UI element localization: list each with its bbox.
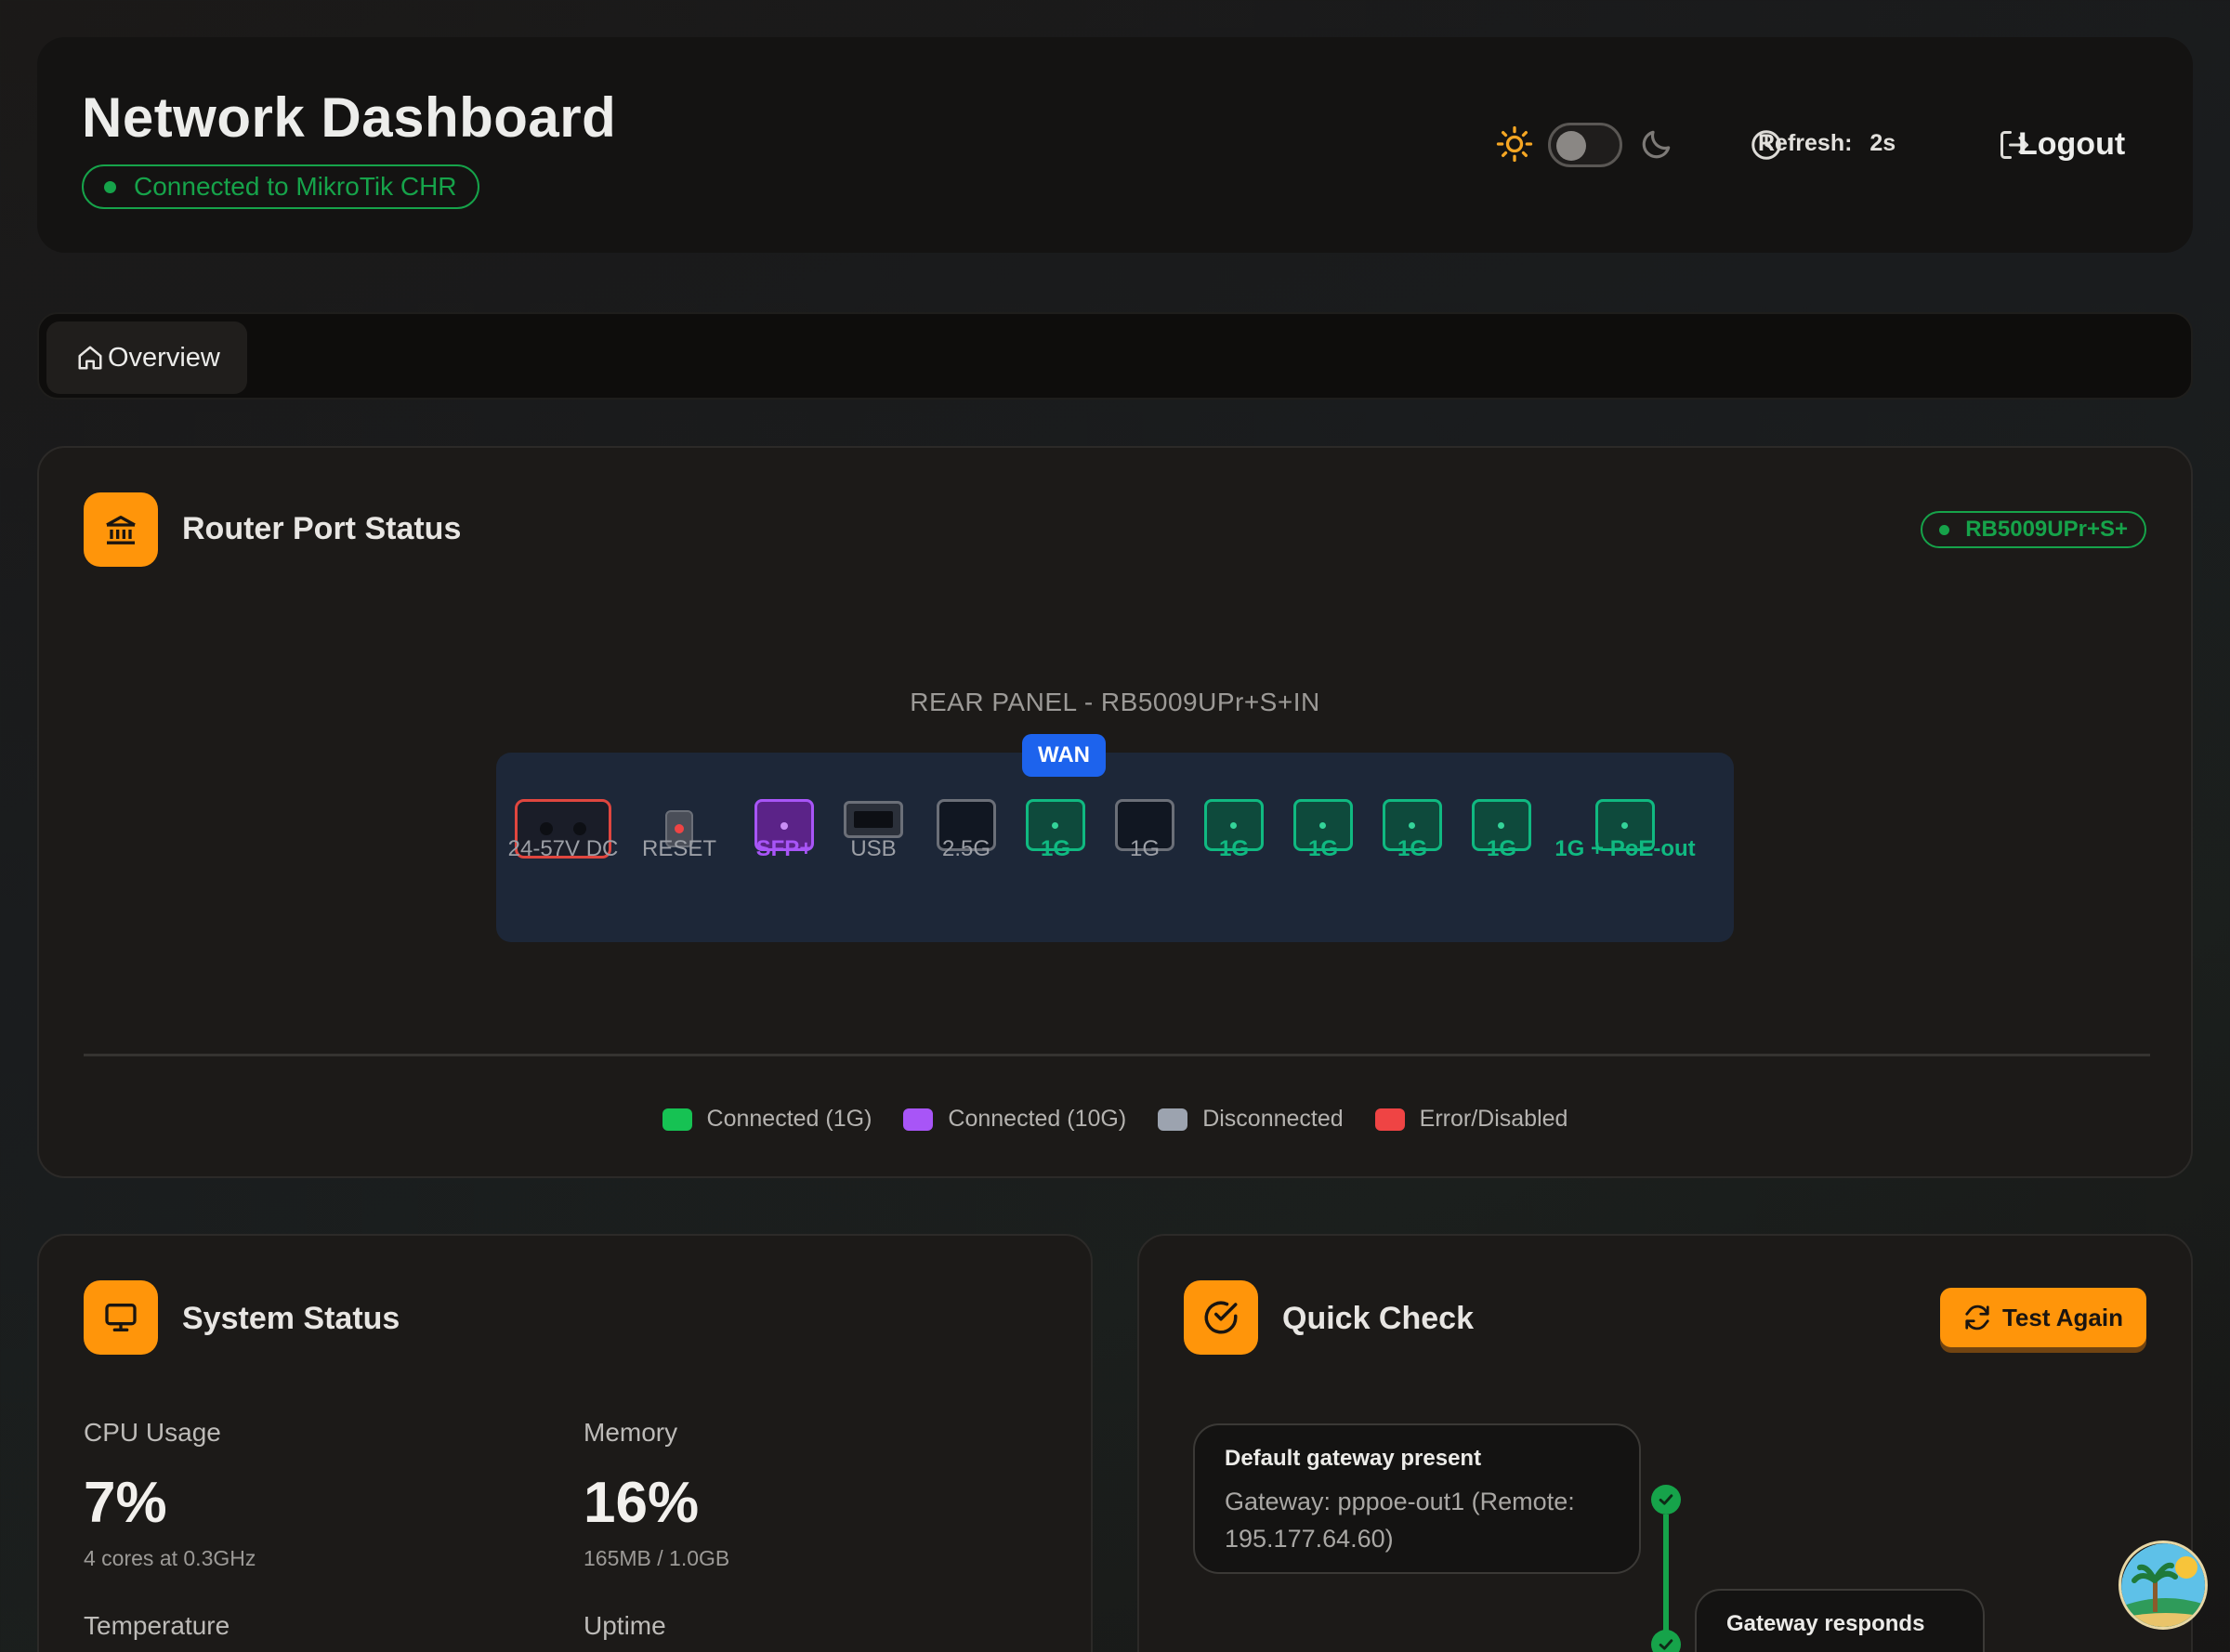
port-1g[interactable]: 1G <box>1472 753 1531 861</box>
legend: Connected (1G) Connected (10G) Disconnec… <box>39 1106 2191 1133</box>
port-label: 1G <box>1218 836 1249 861</box>
theme-toggle[interactable] <box>1548 123 1622 167</box>
check-item: Default gateway present Gateway: pppoe-o… <box>1193 1423 1641 1574</box>
check-title: Default gateway present <box>1225 1446 1482 1471</box>
model-badge: RB5009UPr+S+ <box>1921 511 2146 548</box>
check-detail: Gateway: pppoe-out1 (Remote: 195.177.64.… <box>1225 1488 1575 1553</box>
memory-value: 16% <box>584 1471 700 1535</box>
check-circle-icon <box>1184 1280 1258 1355</box>
cpu-value: 7% <box>84 1471 167 1535</box>
memory-sub: 165MB / 1.0GB <box>584 1546 730 1570</box>
port-label: 1G <box>1486 836 1516 861</box>
legend-item: Disconnected <box>1158 1106 1344 1133</box>
cpu-label: CPU Usage <box>84 1418 221 1447</box>
wan-badge: WAN <box>1022 734 1106 777</box>
tab-overview[interactable]: Overview <box>46 321 247 394</box>
port-1g[interactable]: 1G <box>1204 753 1264 861</box>
refresh-icon <box>1963 1304 1991 1331</box>
check-pass-icon <box>1651 1485 1681 1514</box>
page-title: Network Dashboard <box>82 86 617 149</box>
refresh-label: Refresh: <box>1758 130 1853 156</box>
sun-icon[interactable] <box>1496 125 1533 163</box>
rear-panel: 24-57V DC RESET SFP+ USB 2.5G 1G 1G 1G 1… <box>496 753 1734 942</box>
legend-label: Error/Disabled <box>1419 1106 1568 1132</box>
toggle-knob <box>1556 131 1586 161</box>
port-1g[interactable]: 1G <box>1115 753 1174 861</box>
legend-item: Connected (1G) <box>662 1106 872 1133</box>
router-port-status-card: Router Port Status RB5009UPr+S+ REAR PAN… <box>37 446 2193 1178</box>
temperature-label: Temperature <box>84 1611 230 1640</box>
tab-label: Overview <box>108 342 220 373</box>
usb-slot <box>844 801 903 838</box>
port-2-5g[interactable]: 2.5G <box>937 753 996 861</box>
port-label: SFP+ <box>755 836 813 861</box>
router-icon <box>84 492 158 567</box>
uptime-label: Uptime <box>584 1611 666 1640</box>
system-status-card: System Status CPU Usage 7% 4 cores at 0.… <box>37 1234 1093 1652</box>
port-usb[interactable]: USB <box>844 753 903 861</box>
card-title: System Status <box>182 1301 400 1336</box>
check-pass-icon <box>1651 1630 1681 1652</box>
header: Network Dashboard Connected to MikroTik … <box>37 37 2193 253</box>
port-sfp-plus[interactable]: SFP+ <box>754 753 814 861</box>
legend-label: Connected (1G) <box>706 1106 872 1132</box>
test-again-button[interactable]: Test Again <box>1940 1288 2146 1347</box>
card-title: Router Port Status <box>182 511 462 546</box>
legend-item: Error/Disabled <box>1374 1106 1568 1133</box>
port-label: 1G <box>1040 836 1070 861</box>
logout-button[interactable]: Logout <box>2018 126 2125 163</box>
cpu-sub: 4 cores at 0.3GHz <box>84 1546 256 1570</box>
panel-title: REAR PANEL - RB5009UPr+S+IN <box>910 688 1320 716</box>
port-dc-power[interactable]: 24-57V DC <box>508 753 618 861</box>
quick-check-card: Quick Check Test Again Default gateway p… <box>1137 1234 2193 1652</box>
legend-label: Disconnected <box>1202 1106 1344 1132</box>
test-again-label: Test Again <box>2001 1303 2123 1331</box>
port-label: USB <box>850 836 897 861</box>
port-label: 1G + PoE-out <box>1554 836 1696 861</box>
tab-bar: Overview <box>37 312 2193 400</box>
port-label: 24-57V DC <box>507 836 619 861</box>
legend-swatch <box>1374 1108 1405 1131</box>
avatar[interactable] <box>2118 1541 2208 1630</box>
model-badge-label: RB5009UPr+S+ <box>1965 517 2128 542</box>
monitor-icon <box>84 1280 158 1355</box>
connection-status-badge: Connected to MikroTik CHR <box>82 164 479 209</box>
port-label: 1G <box>1397 836 1427 861</box>
port-1g[interactable]: 1G <box>1293 753 1353 861</box>
card-title: Quick Check <box>1282 1301 1474 1336</box>
check-title: Gateway responds <box>1726 1611 1925 1636</box>
port-label: 1G <box>1307 836 1338 861</box>
port-1g[interactable]: 1G <box>1383 753 1442 861</box>
legend-swatch <box>1158 1108 1188 1131</box>
port-label: 2.5G <box>941 836 991 861</box>
status-dot <box>1939 525 1950 535</box>
legend-swatch <box>662 1108 692 1131</box>
home-icon <box>76 344 104 372</box>
legend-label: Connected (10G) <box>948 1106 1127 1132</box>
refresh-value: 2s <box>1869 130 1896 156</box>
memory-label: Memory <box>584 1418 678 1447</box>
moon-icon[interactable] <box>1639 126 1674 162</box>
legend-swatch <box>903 1108 934 1131</box>
check-item: Gateway responds <box>1695 1589 1985 1652</box>
reset-button[interactable]: RESET <box>642 753 716 861</box>
port-label: RESET <box>642 836 717 861</box>
divider <box>84 1054 2150 1056</box>
refresh-control[interactable]: Refresh: 2s <box>1758 130 1896 157</box>
port-1g-poe-out[interactable]: 1G + PoE-out <box>1554 753 1696 861</box>
connection-target: MikroTik CHR <box>295 172 457 201</box>
status-dot <box>104 181 116 193</box>
port-label: 1G <box>1129 836 1160 861</box>
connection-prefix: Connected to <box>134 172 289 201</box>
legend-item: Connected (10G) <box>903 1106 1126 1133</box>
